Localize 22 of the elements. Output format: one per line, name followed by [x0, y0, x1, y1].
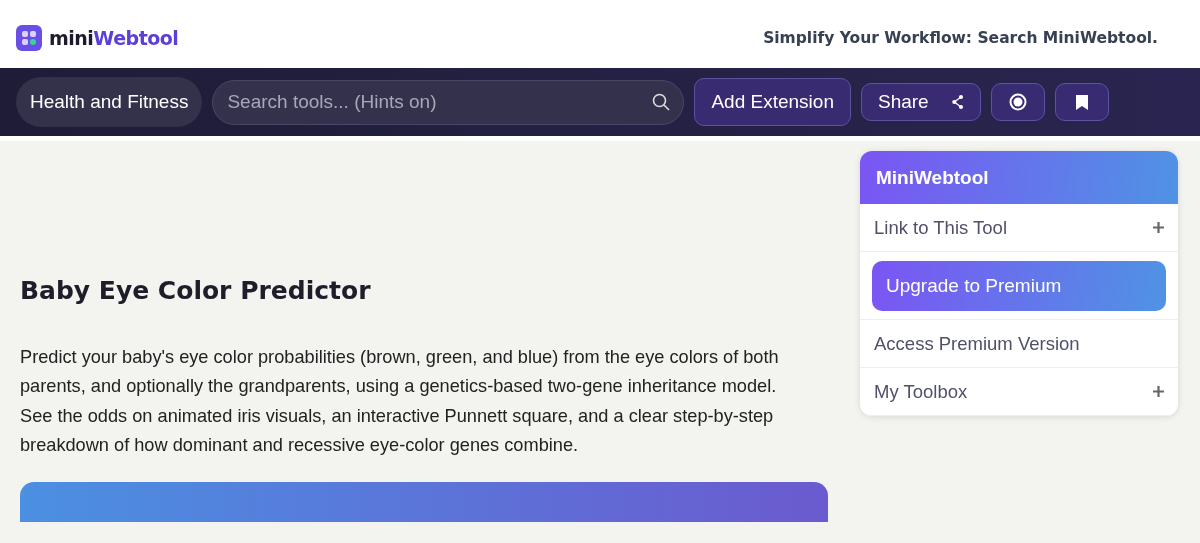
add-extension-button[interactable]: Add Extension	[694, 78, 851, 126]
tagline: Simplify Your Workflow: Search MiniWebtool.	[763, 29, 1158, 47]
record-icon	[1008, 93, 1027, 111]
category-button[interactable]: Health and Fitness	[16, 77, 203, 127]
plus-icon	[1153, 222, 1164, 233]
logo-icon	[16, 25, 42, 51]
record-button[interactable]	[990, 83, 1045, 121]
page-title: Baby Eye Color Predictor	[20, 276, 372, 305]
bookmark-button[interactable]	[1054, 83, 1109, 121]
logo-text[interactable]: miniWebtool	[49, 27, 179, 49]
sidebar-link[interactable]: Access Premium Version	[860, 320, 1178, 368]
share-icon	[950, 93, 964, 111]
sidebar-item[interactable]: My Toolbox	[860, 368, 1178, 416]
sidebar-title: MiniWebtool	[860, 151, 1178, 204]
plus-icon	[1153, 386, 1164, 397]
description: Predict your baby's eye color probabilities (brown, green, and blue) from the eye colors of both parents, and optionally the grandparents, using a genetics-based two-gene inheritance model. See the odds on animated iris visuals, an interactive Punnett square, and a clear step-by-step breakdown of how dominant and recessive eye-color genes combine.	[20, 346, 780, 457]
search-field[interactable]: Search tools... (Hints on)	[212, 79, 685, 125]
upgrade-button[interactable]: Upgrade to Premium	[872, 261, 1166, 311]
sidebar-item[interactable]: Link to This Tool	[860, 204, 1178, 252]
bookmark-icon	[1074, 94, 1089, 110]
search-icon	[652, 92, 671, 111]
share-button[interactable]: Share	[860, 83, 981, 121]
